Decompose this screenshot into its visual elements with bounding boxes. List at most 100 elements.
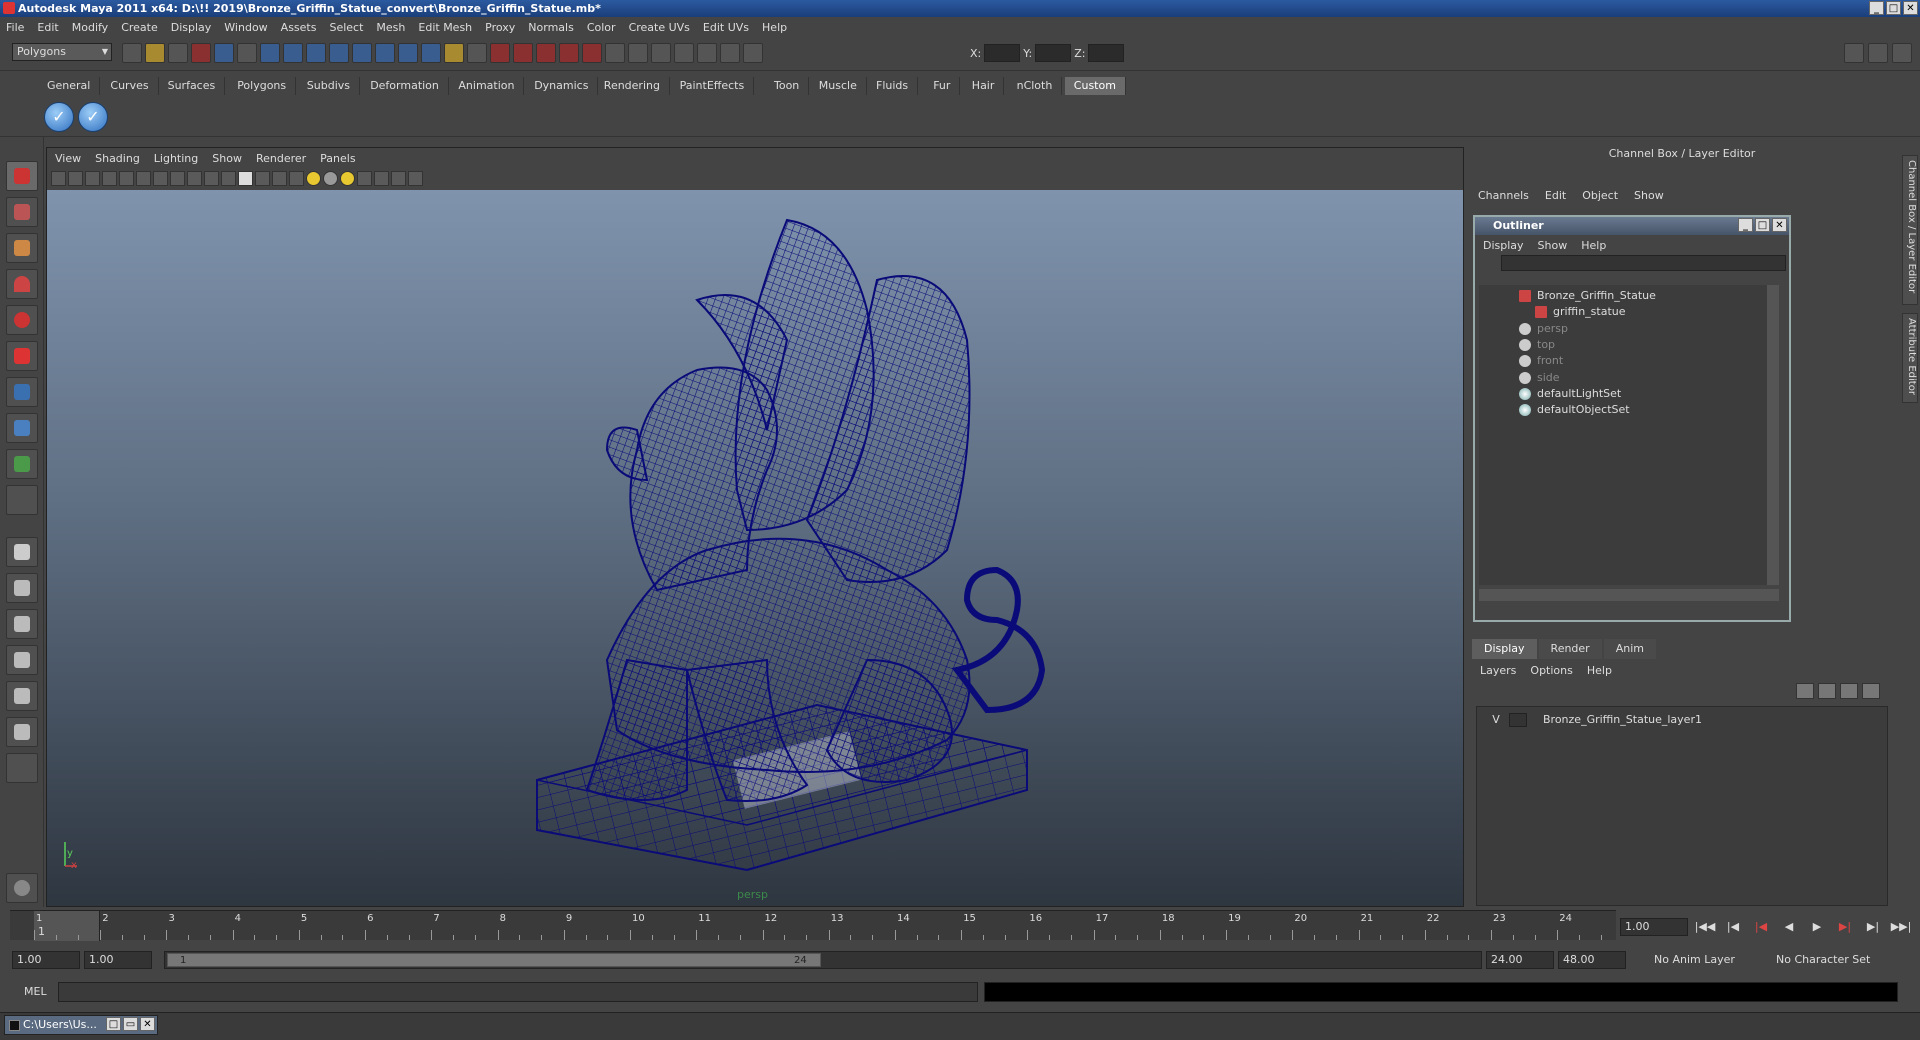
- camera-attributes-icon[interactable]: [68, 170, 83, 186]
- show-manipulator-button[interactable]: [6, 449, 38, 479]
- minimized-window[interactable]: C:\Users\Us... □ ▭ ✕: [4, 1015, 158, 1035]
- shelf-tab-fluids[interactable]: Fluids: [867, 77, 919, 95]
- soft-mod-tool-button[interactable]: [6, 413, 38, 443]
- select-surfaces-icon[interactable]: [329, 43, 349, 63]
- shelf-tab-deformation[interactable]: Deformation: [361, 77, 449, 95]
- custom-shelf-check-icon[interactable]: ✓: [44, 102, 74, 132]
- xray-icon[interactable]: [374, 170, 389, 186]
- select-by-component-icon[interactable]: [237, 43, 257, 63]
- menu-normals[interactable]: Normals: [528, 21, 574, 34]
- universal-manipulator-button[interactable]: [6, 377, 38, 407]
- shelf-tab-polygons[interactable]: Polygons: [228, 77, 297, 95]
- outliner-item[interactable]: defaultLightSet: [1479, 385, 1767, 403]
- close-button[interactable]: ✕: [1903, 1, 1918, 15]
- create-empty-layer-icon[interactable]: [1840, 683, 1858, 699]
- gate-mask-icon[interactable]: [170, 170, 185, 186]
- safe-title-icon[interactable]: [221, 170, 236, 186]
- go-to-start-button[interactable]: |◀◀: [1694, 918, 1716, 936]
- layer-row[interactable]: V Bronze_Griffin_Statue_layer1: [1479, 711, 1885, 729]
- single-perspective-layout-button[interactable]: [6, 537, 38, 567]
- shadows-icon[interactable]: [340, 170, 355, 186]
- field-chart-icon[interactable]: [187, 170, 202, 186]
- safe-action-icon[interactable]: [204, 170, 219, 186]
- snap-to-points-icon[interactable]: [536, 43, 556, 63]
- lock-selection-icon[interactable]: [444, 43, 464, 63]
- input-ops-icon[interactable]: [605, 43, 625, 63]
- outliner-item[interactable]: side: [1479, 369, 1767, 387]
- select-joints-icon[interactable]: [283, 43, 303, 63]
- last-tool-button[interactable]: [6, 485, 38, 515]
- select-curves-icon[interactable]: [306, 43, 326, 63]
- shelf-tab-subdivs[interactable]: Subdivs: [298, 77, 361, 95]
- select-tool-button[interactable]: [6, 161, 38, 191]
- mel-command-input[interactable]: [58, 982, 978, 1002]
- select-handles-icon[interactable]: [260, 43, 280, 63]
- output-ops-icon[interactable]: [628, 43, 648, 63]
- scale-tool-button[interactable]: [6, 341, 38, 371]
- shelf-tab-surfaces[interactable]: Surfaces: [159, 77, 226, 95]
- custom-shelf-check-icon-2[interactable]: ✓: [78, 102, 108, 132]
- channel-box-menu-channels[interactable]: Channels: [1478, 189, 1529, 202]
- menu-create-uvs[interactable]: Create UVs: [629, 21, 690, 34]
- minimize-button[interactable]: _: [1869, 1, 1884, 15]
- outliner-item[interactable]: Bronze_Griffin_Statue: [1479, 287, 1767, 305]
- layer-visibility-toggle[interactable]: V: [1487, 711, 1505, 729]
- go-to-end-button[interactable]: ▶▶|: [1890, 918, 1912, 936]
- make-live-icon[interactable]: [582, 43, 602, 63]
- snap-to-grids-icon[interactable]: [490, 43, 510, 63]
- outliner-item[interactable]: front: [1479, 352, 1767, 370]
- select-by-object-icon[interactable]: [214, 43, 234, 63]
- render-settings-icon[interactable]: [743, 43, 763, 63]
- select-deformations-icon[interactable]: [352, 43, 372, 63]
- shelf-tab-general[interactable]: General: [38, 77, 101, 95]
- outliner-item[interactable]: defaultObjectSet: [1479, 401, 1767, 419]
- layer-tab-display[interactable]: Display: [1472, 639, 1537, 659]
- move-layer-down-icon[interactable]: [1818, 683, 1836, 699]
- select-misc-icon[interactable]: [421, 43, 441, 63]
- menu-proxy[interactable]: Proxy: [485, 21, 515, 34]
- channel-box-menu-edit[interactable]: Edit: [1545, 189, 1566, 202]
- menu-window[interactable]: Window: [224, 21, 267, 34]
- resolution-gate-icon[interactable]: [153, 170, 168, 186]
- grid-icon[interactable]: [119, 170, 134, 186]
- menu-select[interactable]: Select: [329, 21, 363, 34]
- image-plane-icon[interactable]: [102, 170, 117, 186]
- shelf-tab-custom[interactable]: Custom: [1064, 77, 1126, 95]
- range-slider[interactable]: 1 24: [164, 951, 1482, 969]
- menu-create[interactable]: Create: [121, 21, 158, 34]
- viewport-menu-show[interactable]: Show: [212, 152, 242, 165]
- shelf-tab-animation[interactable]: Animation: [449, 77, 525, 95]
- film-gate-icon[interactable]: [136, 170, 151, 186]
- time-slider[interactable]: 1 1 2 3 4 5 6 7 8 9 10 11 12 13 14 15 16 17 18 19 20 21 22 23 2…: [10, 910, 1616, 941]
- high-quality-icon[interactable]: [408, 170, 423, 186]
- menu-display[interactable]: Display: [171, 21, 212, 34]
- outliner-menu-display[interactable]: Display: [1483, 239, 1524, 252]
- z-field[interactable]: [1088, 44, 1125, 62]
- x-field[interactable]: [984, 44, 1021, 62]
- play-forwards-button[interactable]: ▶: [1806, 918, 1828, 936]
- layer-tab-anim[interactable]: Anim: [1603, 639, 1656, 659]
- menu-file[interactable]: File: [6, 21, 24, 34]
- smooth-shade-icon[interactable]: [255, 170, 270, 186]
- outliner-menu-help[interactable]: Help: [1581, 239, 1606, 252]
- outliner-maximize-button[interactable]: □: [1755, 218, 1770, 232]
- highlight-selection-icon[interactable]: [467, 43, 487, 63]
- four-view-layout-button[interactable]: [6, 573, 38, 603]
- create-layer-from-selected-icon[interactable]: [1862, 683, 1880, 699]
- outliner-horizontal-scrollbar[interactable]: [1479, 589, 1779, 601]
- channel-box-menu-show[interactable]: Show: [1634, 189, 1664, 202]
- channel-box-side-tab[interactable]: Channel Box / Layer Editor: [1902, 155, 1918, 305]
- outliner-item[interactable]: griffin_statue: [1479, 303, 1767, 321]
- menu-set-dropdown[interactable]: Polygons: [12, 43, 112, 61]
- outliner-close-button[interactable]: ✕: [1772, 218, 1787, 232]
- render-current-frame-icon[interactable]: [697, 43, 717, 63]
- outliner-item[interactable]: persp: [1479, 320, 1767, 338]
- step-forward-key-button[interactable]: ▶|: [1834, 918, 1856, 936]
- outliner-graph-layout-button[interactable]: [6, 717, 38, 747]
- playback-start-field[interactable]: 1.00: [84, 951, 152, 969]
- shelf-tab-rendering[interactable]: Rendering: [595, 77, 670, 95]
- outliner-filter-input[interactable]: [1501, 255, 1786, 271]
- isolate-select-icon[interactable]: [357, 170, 372, 186]
- new-scene-icon[interactable]: [122, 43, 142, 63]
- wireframe-on-shaded-icon[interactable]: [272, 170, 287, 186]
